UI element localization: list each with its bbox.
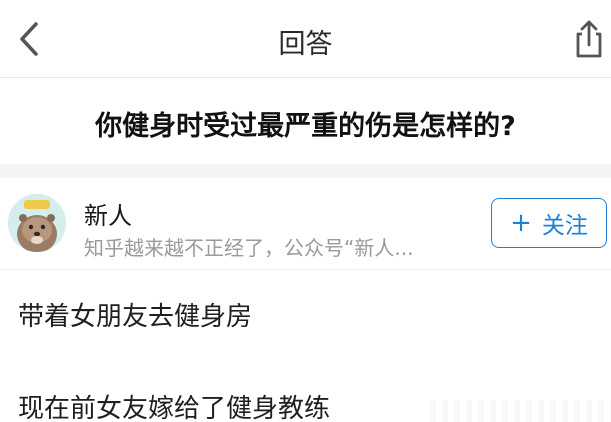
top-nav-bar: 回答 [0, 0, 611, 78]
author-name[interactable]: 新人 [84, 196, 132, 231]
answer-paragraph: 现在前女友嫁给了健身教练 [18, 394, 331, 422]
page-title: 回答 [278, 29, 333, 60]
plus-icon: + [510, 208, 532, 238]
author-bio: 知乎越来越不正经了，公众号“新人... [84, 236, 414, 260]
avatar[interactable] [8, 194, 66, 252]
follow-label: 关注 [541, 213, 588, 239]
question-header[interactable]: 你健身时受过最严重的伤是怎样的? [0, 78, 611, 164]
otter-avatar-image [8, 194, 66, 252]
answer-content: 带着女朋友去健身房 现在前女友嫁给了健身教练 [0, 270, 611, 422]
section-divider [0, 164, 611, 178]
answer-paragraph: 带着女朋友去健身房 [18, 302, 253, 332]
share-icon[interactable] [572, 18, 606, 60]
watermark-fade [430, 400, 611, 422]
question-title[interactable]: 你健身时受过最严重的伤是怎样的? [0, 104, 611, 143]
follow-button[interactable]: + 关注 [491, 198, 607, 248]
